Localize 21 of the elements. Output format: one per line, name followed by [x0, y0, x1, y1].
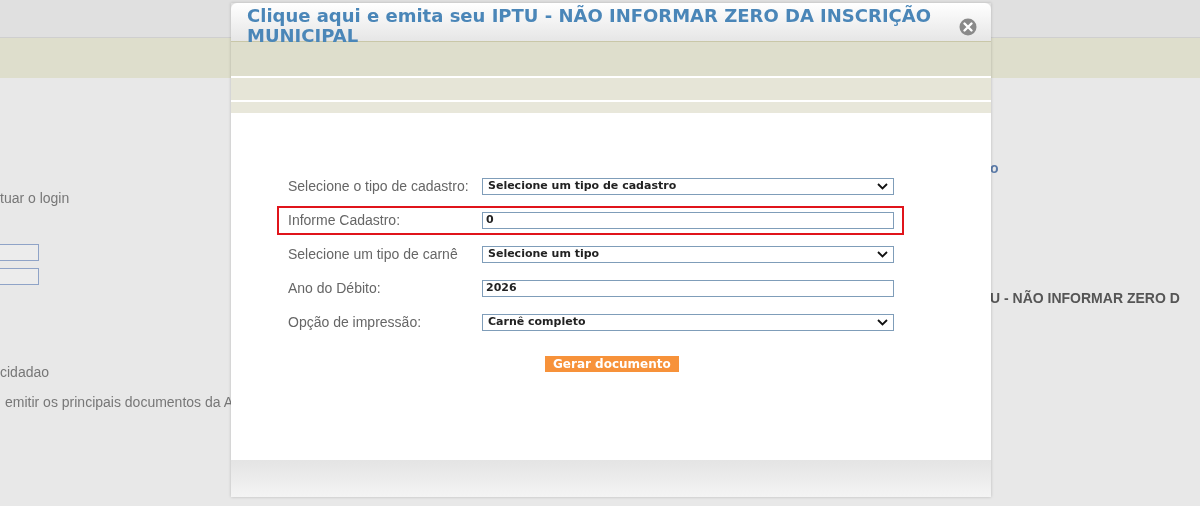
field-label: Selecione o tipo de cadastro:	[288, 177, 470, 196]
link[interactable]: o	[990, 158, 999, 179]
dropdown[interactable]: Selecione um tipo de cadastro	[482, 178, 894, 195]
login-hint: tuar o login	[0, 189, 70, 208]
dropdown[interactable]: Carnê completo	[482, 314, 894, 331]
field-label: Selecione um tipo de carnê	[288, 245, 459, 264]
close-icon[interactable]	[959, 18, 977, 36]
field-label: Ano do Débito:	[288, 279, 382, 298]
section-heading: U - NÃO INFORMAR ZERO D	[990, 289, 1180, 308]
chevron-down-icon	[877, 251, 888, 258]
input-field[interactable]: 0	[482, 212, 894, 229]
login-field[interactable]	[0, 268, 39, 285]
chevron-down-icon	[877, 319, 888, 326]
field-label: Informe Cadastro:	[288, 211, 402, 230]
dropdown[interactable]: Selecione um tipo	[482, 246, 894, 263]
input-field[interactable]: 2026	[482, 280, 894, 297]
login-field[interactable]	[0, 244, 39, 261]
chevron-down-icon	[877, 183, 888, 190]
field-label: Opção de impressão:	[288, 313, 423, 332]
dialog-title: Clique aqui e emita seu IPTU - NÃO INFORMAR ZERO DA INSCRIÇÃO MUNICIPAL	[247, 6, 933, 46]
section-title: cidadao	[0, 363, 50, 382]
